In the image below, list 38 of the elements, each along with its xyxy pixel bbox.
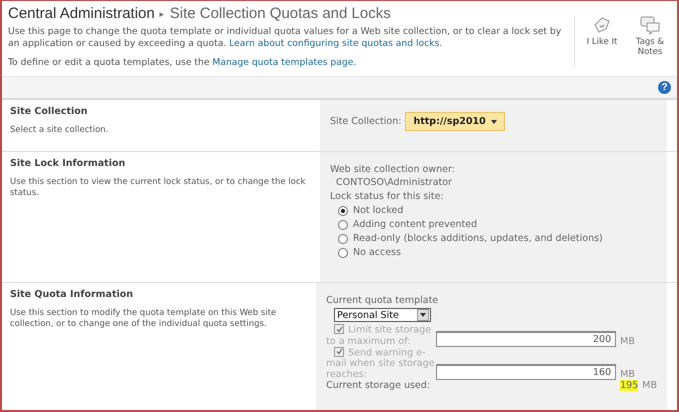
field-label: Web site collection owner:	[330, 164, 456, 176]
lock-option[interactable]: No access	[338, 247, 657, 258]
caret-icon	[490, 120, 497, 124]
help-link[interactable]: Learn about configuring site quotas and locks.	[229, 38, 442, 49]
tag-smile-icon	[592, 15, 612, 35]
like-button[interactable]: I Like It	[583, 15, 621, 67]
section-description: Select a site collection.	[10, 125, 110, 136]
page-title: Site Collection Quotas and Locks	[170, 5, 391, 22]
manage-link[interactable]: Manage quota templates page.	[212, 57, 356, 68]
field-label: Current quota template	[326, 295, 440, 306]
speech-bubble-icon	[639, 15, 661, 35]
unit-label: MB	[620, 369, 635, 380]
section-title: Site Lock Information	[10, 158, 126, 170]
field-label: Site Collection:	[330, 116, 402, 128]
help-button[interactable]: ?	[658, 81, 671, 94]
unit-label: MB	[642, 380, 657, 392]
site-collection-picker[interactable]: http://sp2010	[405, 112, 505, 132]
breadcrumb-link[interactable]: Central Administration	[8, 5, 155, 22]
storage-used: 195	[620, 380, 638, 392]
caret-icon	[420, 313, 426, 318]
section-title: Site Quota Information	[10, 289, 134, 300]
field-label: Lock status for this site:	[330, 191, 445, 202]
lock-option[interactable]: Read-only (blocks additions, updates, and deletions)	[338, 233, 657, 244]
lock-option[interactable]: Not locked	[338, 205, 657, 216]
lock-option[interactable]: Adding content prevented	[338, 219, 657, 230]
limit-label: Limit site storage to a maximum of:	[326, 324, 432, 347]
limit-label: Send warning e-mail when site storage reaches:	[326, 346, 436, 380]
section-description: Use this section to view the current lock status, or to change the lock status.	[10, 177, 306, 200]
section-description: Use this section to modify the quota template on this Web site collection, or to change one of the individual quota settings.	[10, 308, 278, 330]
unit-label: MB	[620, 336, 635, 347]
manage-text: To define or edit a quota templates, use the Manage quota templates page.	[8, 57, 358, 69]
owner-name: CONTOSO\Administrator	[336, 177, 453, 188]
tags-button[interactable]: Tags & Notes	[631, 15, 669, 67]
breadcrumb-separator: ▸	[160, 8, 165, 18]
field-label: Current storage used:	[326, 380, 431, 392]
intro-text: Use this page to change the quota template or individual quota values for a Web site collection, or to clear a lock set by an application or caused by exceeding a quota. Learn about configuring site quotas and locks.	[8, 26, 562, 50]
quota-template-select[interactable]: Personal Site	[334, 308, 432, 322]
section-title: Site Collection	[10, 106, 89, 118]
